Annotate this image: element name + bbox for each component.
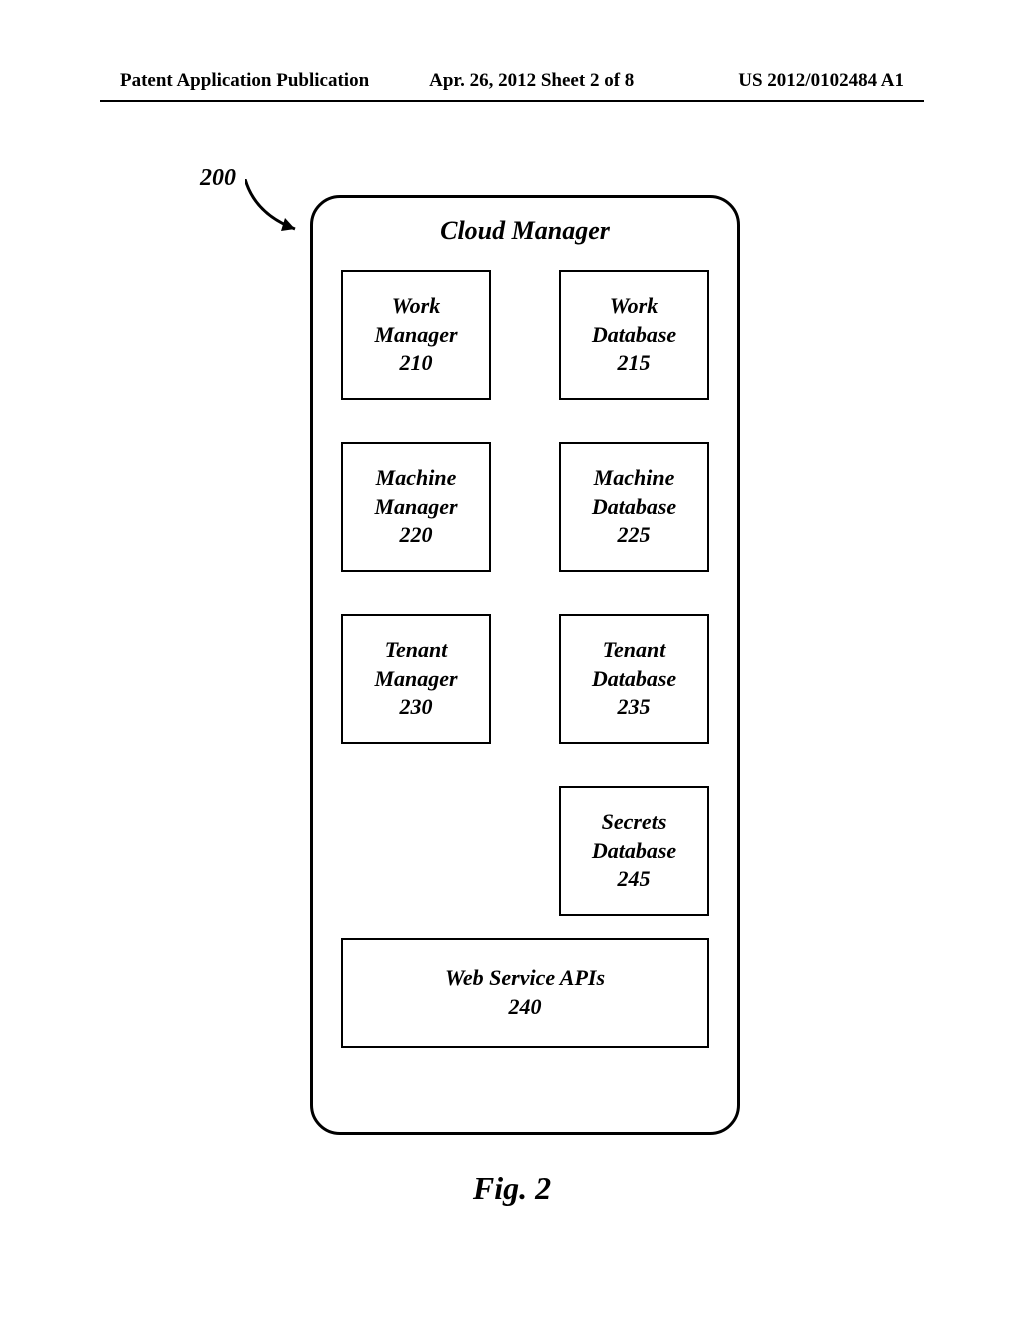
box-line: Machine [594, 464, 675, 493]
box-line: 215 [618, 349, 651, 378]
machine-manager-box: Machine Manager 220 [341, 442, 491, 572]
box-line: Database [592, 665, 676, 694]
header-right: US 2012/0102484 A1 [738, 70, 904, 92]
header-left: Patent Application Publication [120, 70, 369, 92]
box-line: 245 [618, 865, 651, 894]
box-line: Manager [374, 665, 457, 694]
row-1: Work Manager 210 Work Database 215 [341, 270, 709, 400]
box-line: Web Service APIs [445, 964, 605, 993]
row-4: Secrets Database 245 [341, 786, 709, 916]
box-line: Tenant [603, 636, 666, 665]
box-line: Database [592, 493, 676, 522]
tenant-manager-box: Tenant Manager 230 [341, 614, 491, 744]
box-line: Database [592, 321, 676, 350]
box-line: 240 [509, 993, 542, 1022]
box-line: 235 [618, 693, 651, 722]
reference-arrow-icon [245, 179, 315, 249]
header-divider [100, 100, 924, 102]
web-service-apis-box: Web Service APIs 240 [341, 938, 709, 1048]
row-2: Machine Manager 220 Machine Database 225 [341, 442, 709, 572]
row-3: Tenant Manager 230 Tenant Database 235 [341, 614, 709, 744]
box-line: Work [610, 292, 659, 321]
box-line: 220 [400, 521, 433, 550]
box-line: 230 [400, 693, 433, 722]
tenant-database-box: Tenant Database 235 [559, 614, 709, 744]
header-center: Apr. 26, 2012 Sheet 2 of 8 [369, 70, 738, 92]
work-manager-box: Work Manager 210 [341, 270, 491, 400]
secrets-database-box: Secrets Database 245 [559, 786, 709, 916]
figure-label: Fig. 2 [0, 1170, 1024, 1207]
reference-number: 200 [200, 165, 236, 192]
box-line: 225 [618, 521, 651, 550]
cloud-manager-container: Cloud Manager Work Manager 210 Work Data… [310, 195, 740, 1135]
work-database-box: Work Database 215 [559, 270, 709, 400]
box-line: Work [392, 292, 441, 321]
box-line: Tenant [385, 636, 448, 665]
box-line: Database [592, 837, 676, 866]
box-line: Machine [376, 464, 457, 493]
box-line: Manager [374, 493, 457, 522]
box-line: Secrets [602, 808, 667, 837]
machine-database-box: Machine Database 225 [559, 442, 709, 572]
page-header: Patent Application Publication Apr. 26, … [0, 70, 1024, 92]
cloud-manager-title: Cloud Manager [341, 216, 709, 246]
box-line: 210 [400, 349, 433, 378]
box-line: Manager [374, 321, 457, 350]
